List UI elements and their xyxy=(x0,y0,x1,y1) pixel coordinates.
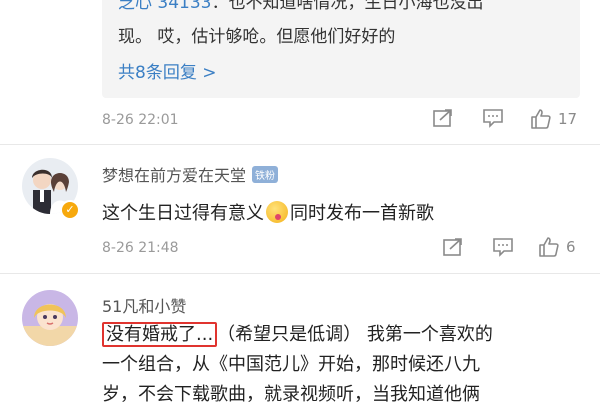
emoji-icon xyxy=(266,201,288,223)
share-button[interactable] xyxy=(432,108,454,128)
reply-line-2: 现。 哎，估计够呛。但愿他们好好的 xyxy=(118,27,396,47)
comment-button[interactable] xyxy=(492,237,514,257)
reply-preview-box[interactable]: 芝心 34133：也不知道啥情况，生日小海也没出 现。 哎，估计够呛。但愿他们好… xyxy=(102,0,580,98)
comment-icon xyxy=(493,238,513,257)
username-text[interactable]: 梦想在前方爱在天堂 xyxy=(102,166,246,185)
comment-text-part: （希望只是低调） 我第一个喜欢的 xyxy=(217,324,493,345)
like-button[interactable]: 17 xyxy=(530,108,577,130)
comment-username[interactable]: 梦想在前方爱在天堂 铁粉 xyxy=(102,162,279,186)
thumbs-up-icon xyxy=(531,109,551,129)
comment-timestamp: 8-26 21:48 xyxy=(102,240,179,256)
username-text[interactable]: 51凡和小赞 xyxy=(102,297,186,316)
like-count: 17 xyxy=(558,110,578,128)
comment-button[interactable] xyxy=(482,108,504,128)
comment-username[interactable]: 51凡和小赞 xyxy=(102,293,186,317)
comment-text-part-1: 这个生日过得有意义 xyxy=(102,203,264,224)
avatar-image xyxy=(22,290,78,346)
comment-icon xyxy=(483,109,503,128)
share-icon xyxy=(433,109,452,127)
comment-timestamp: 8-26 22:01 xyxy=(102,112,179,128)
fan-badge: 铁粉 xyxy=(252,166,279,183)
divider xyxy=(0,273,600,274)
reply-line-1: 芝心 34133：也不知道啥情况，生日小海也没出 xyxy=(118,0,483,13)
comment-text-line-1: 没有婚戒了... （希望只是低调） 我第一个喜欢的 xyxy=(102,320,493,347)
reply-username[interactable]: 芝心 34133 xyxy=(118,0,211,13)
comment-text-line-2: 一个组合，从《中国范儿》开始，那时候还八九 xyxy=(102,354,480,375)
thumbs-up-icon xyxy=(539,237,559,257)
avatar[interactable] xyxy=(22,290,78,346)
reply-text-1: ：也不知道啥情况，生日小海也没出 xyxy=(211,0,484,13)
verified-badge-icon: ✓ xyxy=(60,200,80,220)
like-count: 6 xyxy=(566,238,576,256)
share-icon xyxy=(443,238,462,256)
like-button[interactable]: 6 xyxy=(538,236,576,258)
comment-text: 这个生日过得有意义 同时发布一首新歌 xyxy=(102,199,434,225)
share-button[interactable] xyxy=(442,237,464,257)
divider xyxy=(0,144,600,145)
comment-text-line-3: 岁，不会下载歌曲，就录视频听，当我知道他俩 xyxy=(102,384,480,405)
more-replies-link[interactable]: 共8条回复 > xyxy=(118,58,216,83)
comment-text-part-2: 同时发布一首新歌 xyxy=(290,203,434,224)
highlighted-text: 没有婚戒了... xyxy=(102,322,218,347)
